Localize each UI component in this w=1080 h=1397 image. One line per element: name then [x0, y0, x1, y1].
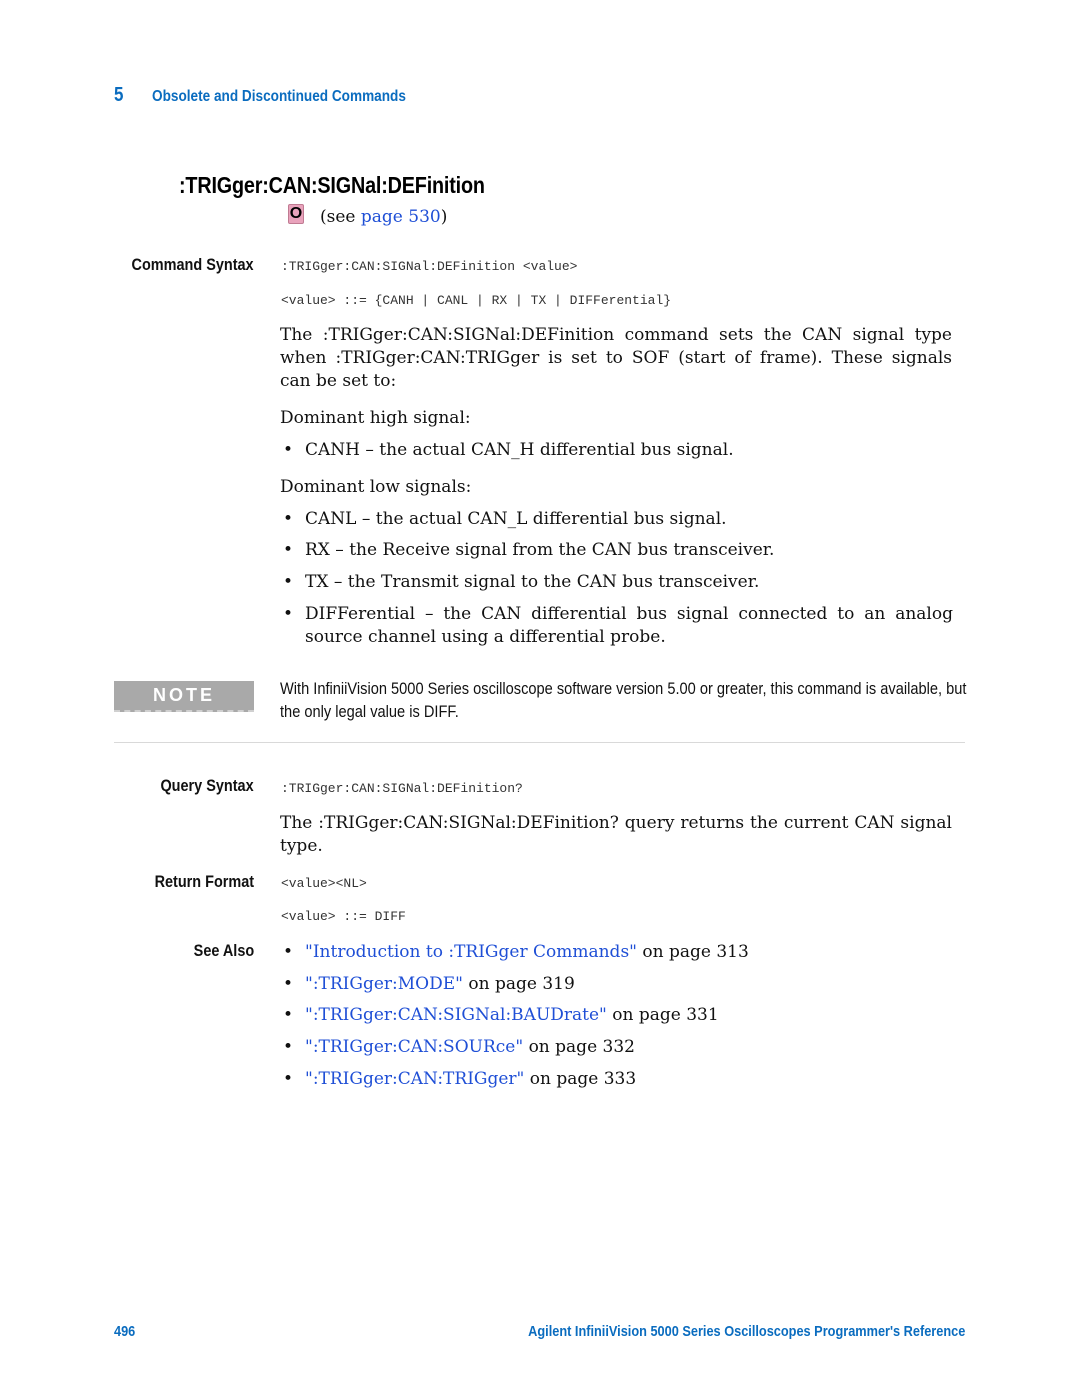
list-item: • DIFFerential – the CAN differential bu…	[283, 604, 953, 647]
see-also-page: on page 331	[606, 1005, 719, 1025]
see-also-item: • ":TRIGger:CAN:SIGNal:BAUDrate" on page…	[283, 1004, 953, 1027]
see-also-item: • ":TRIGger:CAN:SOURce" on page 332	[283, 1036, 953, 1059]
see-page-text: (see page 530)	[320, 207, 447, 227]
section-divider	[114, 742, 965, 743]
list-item: • CANH – the actual CAN_H differential b…	[283, 440, 734, 460]
footer-book-title: Agilent InfiniiVision 5000 Series Oscill…	[527, 1323, 965, 1340]
see-suffix: )	[440, 207, 448, 227]
bullet-icon: •	[283, 509, 294, 529]
dominant-high-heading: Dominant high signal:	[280, 408, 471, 428]
query-syntax-label: Query Syntax	[160, 776, 254, 795]
command-description: The :TRIGger:CAN:SIGNal:DEFinition comma…	[280, 325, 952, 391]
command-value-definition: <value> ::= {CANH | CANL | RX | TX | DIF…	[281, 293, 672, 308]
command-syntax-label: Command Syntax	[131, 255, 254, 274]
bullet-icon: •	[283, 942, 294, 962]
list-item: • RX – the Receive signal from the CAN b…	[283, 540, 775, 560]
bullet-icon: •	[283, 974, 294, 994]
chapter-title: Obsolete and Discontinued Commands	[152, 88, 406, 105]
see-also-link[interactable]: ":TRIGger:MODE"	[305, 974, 463, 994]
command-syntax-code: :TRIGger:CAN:SIGNal:DEFinition <value>	[281, 259, 578, 274]
list-item: • TX – the Transmit signal to the CAN bu…	[283, 572, 760, 592]
note-text: With InfiniiVision 5000 Series oscillosc…	[280, 679, 967, 721]
query-description: The :TRIGger:CAN:SIGNal:DEFinition? quer…	[280, 813, 952, 856]
bullet-icon: •	[283, 1005, 294, 1025]
see-also-page: on page 313	[636, 942, 749, 962]
see-also-label: See Also	[193, 941, 254, 960]
chapter-number: 5	[114, 84, 124, 106]
see-also-link[interactable]: ":TRIGger:CAN:SOURce"	[305, 1037, 523, 1057]
return-value-definition: <value> ::= DIFF	[281, 909, 406, 924]
bullet-icon: •	[283, 1069, 294, 1089]
obsolete-icon: O	[288, 204, 304, 224]
footer-page-number: 496	[114, 1323, 136, 1340]
see-also-page: on page 333	[524, 1069, 637, 1089]
see-also-page: on page 332	[523, 1037, 635, 1057]
return-format-code: <value><NL>	[281, 876, 367, 891]
see-also-page: on page 319	[462, 974, 575, 994]
list-item: • CANL – the actual CAN_L differential b…	[283, 509, 727, 529]
see-also-item: • ":TRIGger:CAN:TRIGger" on page 333	[283, 1068, 953, 1091]
see-also-link[interactable]: "Introduction to :TRIGger Commands"	[305, 942, 637, 962]
see-prefix: (see	[320, 207, 361, 227]
see-also-item: • "Introduction to :TRIGger Commands" on…	[283, 941, 953, 964]
page-title: :TRIGger:CAN:SIGNal:DEFinition	[179, 172, 485, 198]
see-also-link[interactable]: ":TRIGger:CAN:TRIGger"	[305, 1069, 524, 1089]
bullet-icon: •	[283, 540, 294, 560]
note-badge: NOTE	[114, 681, 254, 712]
see-page-link[interactable]: page 530	[361, 207, 441, 227]
bullet-icon: •	[283, 572, 294, 592]
bullet-icon: •	[283, 604, 294, 624]
chapter-header: 5 Obsolete and Discontinued Commands	[114, 84, 451, 107]
see-also-item: • ":TRIGger:MODE" on page 319	[283, 973, 953, 996]
obsolete-reference: O (see page 530)	[288, 204, 447, 227]
bullet-icon: •	[283, 440, 294, 460]
query-syntax-code: :TRIGger:CAN:SIGNal:DEFinition?	[281, 781, 523, 796]
return-format-label: Return Format	[154, 872, 254, 891]
bullet-icon: •	[283, 1037, 294, 1057]
dominant-low-heading: Dominant low signals:	[280, 477, 472, 497]
see-also-link[interactable]: ":TRIGger:CAN:SIGNal:BAUDrate"	[305, 1005, 607, 1025]
